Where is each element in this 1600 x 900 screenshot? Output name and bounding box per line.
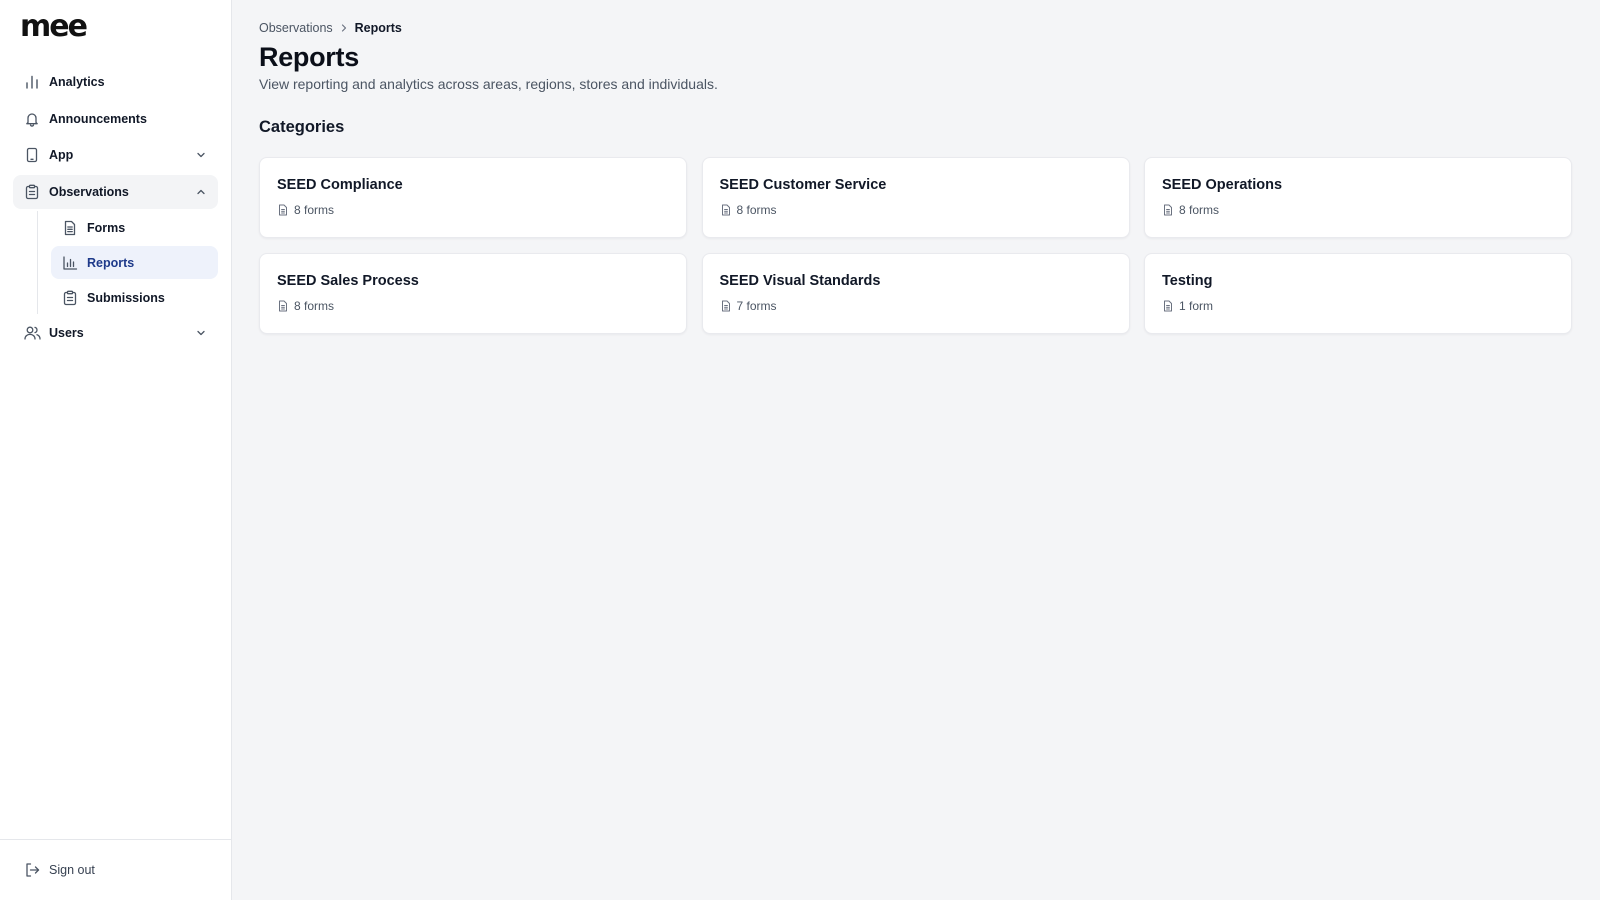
main-content: Observations Reports Reports View report… bbox=[232, 0, 1600, 900]
sidebar-item-reports[interactable]: Reports bbox=[51, 246, 218, 279]
category-title: SEED Compliance bbox=[277, 177, 403, 193]
sidebar-item-app[interactable]: App bbox=[13, 138, 218, 172]
chevron-down-icon bbox=[194, 326, 208, 340]
sidebar-item-label: Announcements bbox=[49, 111, 147, 126]
document-icon bbox=[720, 300, 732, 312]
category-form-count: 8 forms bbox=[294, 298, 335, 313]
category-title: SEED Sales Process bbox=[277, 272, 419, 289]
sidebar-item-analytics[interactable]: Analytics bbox=[13, 65, 218, 99]
sign-out-icon bbox=[23, 861, 41, 879]
sidebar-item-announcements[interactable]: Announcements bbox=[13, 102, 218, 136]
category-title: Testing bbox=[1162, 272, 1213, 289]
document-icon bbox=[277, 204, 289, 216]
sidebar-item-users[interactable]: Users bbox=[13, 316, 218, 350]
category-form-count: 8 forms bbox=[1179, 203, 1220, 217]
sidebar-item-observations[interactable]: Observations bbox=[13, 174, 218, 209]
document-icon bbox=[277, 300, 289, 312]
categories-grid: SEED Compliance 8 forms SEED Customer Se… bbox=[259, 157, 1572, 334]
sidebar-footer: Sign out bbox=[0, 839, 232, 900]
chevron-down-icon bbox=[194, 148, 208, 162]
sidebar-item-label: Analytics bbox=[49, 75, 105, 89]
category-form-count: 7 forms bbox=[736, 298, 777, 313]
brand-logo[interactable]: mee bbox=[0, 0, 231, 56]
bar-chart-icon bbox=[61, 254, 79, 272]
app-shell: mee Analytics Announcements App Observat… bbox=[0, 0, 1600, 900]
category-form-count: 1 form bbox=[1179, 298, 1214, 313]
chevron-right-icon bbox=[333, 23, 355, 33]
sidebar-nav: Analytics Announcements App Observations… bbox=[0, 56, 231, 353]
sidebar-item-label: Reports bbox=[87, 255, 135, 270]
page-subtitle: View reporting and analytics across area… bbox=[259, 76, 718, 92]
category-card[interactable]: SEED Compliance 8 forms bbox=[259, 157, 687, 238]
phone-icon bbox=[23, 146, 41, 164]
category-meta: 8 forms bbox=[720, 203, 1112, 217]
category-card[interactable]: SEED Operations 8 forms bbox=[1144, 157, 1572, 238]
category-card[interactable]: SEED Customer Service 8 forms bbox=[701, 157, 1130, 238]
category-form-count: 8 forms bbox=[736, 203, 777, 217]
category-meta: 1 form bbox=[1162, 299, 1554, 313]
chevron-up-icon bbox=[194, 185, 208, 199]
category-form-count: 8 forms bbox=[294, 203, 335, 217]
category-card[interactable]: Testing 1 form bbox=[1144, 252, 1572, 334]
category-meta: 8 forms bbox=[1162, 203, 1554, 217]
breadcrumb-current: Reports bbox=[354, 21, 402, 35]
category-meta: 8 forms bbox=[277, 203, 669, 217]
sign-out-label: Sign out bbox=[49, 863, 95, 877]
category-meta: 7 forms bbox=[720, 299, 1112, 313]
sidebar-item-forms[interactable]: Forms bbox=[51, 211, 218, 244]
section-title-categories: Categories bbox=[259, 118, 345, 136]
bar-chart-icon bbox=[23, 73, 41, 91]
document-icon bbox=[720, 204, 732, 216]
document-icon bbox=[61, 219, 79, 237]
sidebar-item-submissions[interactable]: Submissions bbox=[51, 281, 218, 314]
category-title: SEED Operations bbox=[1162, 177, 1283, 193]
sidebar: mee Analytics Announcements App Observat… bbox=[0, 0, 232, 900]
sidebar-item-label: Forms bbox=[87, 220, 126, 235]
category-card[interactable]: SEED Sales Process 8 forms bbox=[259, 252, 687, 334]
category-meta: 8 forms bbox=[277, 299, 669, 313]
sidebar-item-label: Observations bbox=[49, 184, 129, 199]
category-title: SEED Visual Standards bbox=[719, 272, 881, 289]
breadcrumb: Observations Reports bbox=[259, 20, 1572, 36]
clipboard-icon bbox=[61, 289, 79, 307]
observations-subnav: Forms Reports Submissions bbox=[37, 211, 218, 314]
sidebar-item-label: Users bbox=[49, 326, 84, 340]
document-icon bbox=[1162, 204, 1174, 216]
bell-icon bbox=[23, 110, 41, 128]
document-icon bbox=[1162, 300, 1174, 312]
category-card[interactable]: SEED Visual Standards 7 forms bbox=[701, 252, 1130, 334]
breadcrumb-link-observations[interactable]: Observations bbox=[259, 21, 333, 35]
users-icon bbox=[23, 324, 41, 342]
sign-out-button[interactable]: Sign out bbox=[13, 853, 219, 887]
clipboard-icon bbox=[23, 183, 41, 201]
sidebar-item-label: Submissions bbox=[87, 290, 165, 305]
category-title: SEED Customer Service bbox=[719, 177, 887, 193]
page-title: Reports bbox=[259, 42, 359, 72]
sidebar-item-label: App bbox=[49, 148, 74, 162]
